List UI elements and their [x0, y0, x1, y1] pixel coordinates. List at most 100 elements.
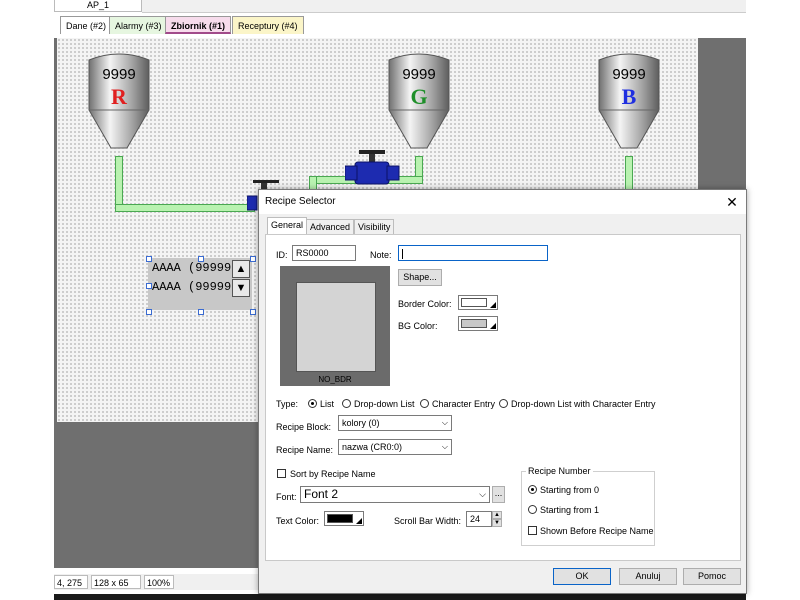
chevron-down-icon: ⌵ — [479, 489, 486, 499]
note-field[interactable] — [398, 245, 548, 261]
selection-handle[interactable] — [146, 309, 152, 315]
chevron-down-icon: ⌵ — [441, 418, 448, 427]
type-radio-character-entry[interactable] — [420, 399, 429, 408]
tank-level: 9999 — [612, 66, 646, 83]
tab-advanced[interactable]: Advanced — [306, 219, 355, 234]
selection-handle[interactable] — [146, 283, 152, 289]
font-browse-button[interactable]: ... — [492, 486, 505, 503]
tab-alarmy[interactable]: Alarmy (#3) — [109, 16, 168, 34]
type-radio-dropdown[interactable] — [342, 399, 351, 408]
type-label: Type: — [276, 399, 299, 409]
id-label: ID: — [276, 250, 288, 260]
type-radio-list[interactable] — [308, 399, 317, 408]
type-option-label: Character Entry — [432, 399, 496, 409]
recipe-block-value: kolory (0) — [342, 418, 380, 428]
shown-before-checkbox[interactable] — [528, 526, 537, 535]
screen-tab-bar: Dane (#2) Alarmy (#3) Zbiornik (#1) Rece… — [54, 16, 746, 36]
recipe-name-select[interactable]: nazwa (CR0:0) ⌵ — [338, 439, 452, 455]
font-label: Font: — [276, 492, 297, 502]
tank-level: 9999 — [102, 66, 136, 83]
tank-label: G — [410, 84, 428, 109]
help-button[interactable]: Pomoc — [683, 568, 741, 585]
tank-level: 9999 — [402, 66, 436, 83]
bg-color-picker[interactable] — [458, 316, 498, 331]
close-icon[interactable]: ✕ — [722, 192, 742, 212]
scroll-width-label: Scroll Bar Width: — [394, 516, 462, 526]
tank-label: B — [621, 84, 637, 109]
scroll-width-field[interactable]: 24 — [466, 511, 492, 527]
border-color-picker[interactable] — [458, 295, 498, 310]
recipe-selector-object[interactable]: AAAA (99999 AAAA (99999 ▲ ▼ — [148, 258, 252, 310]
spin-up-button[interactable]: ▲ — [492, 511, 502, 519]
font-value: Font 2 — [304, 487, 339, 501]
dropdown-arrow-icon — [356, 518, 362, 524]
dialog-title-bar[interactable]: Recipe Selector ✕ — [259, 190, 746, 214]
tank-label: R — [111, 84, 127, 109]
sort-checkbox[interactable] — [277, 469, 286, 478]
recipe-number-group: Recipe Number Starting from 0 Starting f… — [521, 466, 655, 546]
document-tab[interactable]: AP_1 — [54, 0, 142, 12]
start-zero-radio[interactable] — [528, 485, 537, 494]
recipe-name-value: nazwa (CR0:0) — [342, 442, 403, 452]
tank-r: 9999 R — [87, 52, 151, 156]
id-field[interactable]: RS0000 — [292, 245, 356, 261]
scroll-down-button[interactable]: ▼ — [232, 279, 250, 297]
pipe-r-horizontal — [115, 204, 255, 212]
selection-handle[interactable] — [250, 256, 256, 262]
start-one-label: Starting from 1 — [540, 505, 600, 515]
start-one-radio[interactable] — [528, 505, 537, 514]
selection-handle[interactable] — [146, 256, 152, 262]
tab-dane[interactable]: Dane (#2) — [60, 16, 113, 34]
font-select[interactable]: Font 2 ⌵ — [300, 486, 490, 503]
shape-button[interactable]: Shape... — [398, 269, 442, 286]
status-zoom: 100% — [144, 575, 174, 589]
shape-preview: NO_BDR — [280, 266, 390, 386]
pipe-b-vertical — [625, 156, 633, 192]
preview-inner — [296, 282, 376, 372]
dropdown-arrow-icon — [490, 302, 496, 308]
recipe-block-label: Recipe Block: — [276, 422, 332, 432]
chevron-down-icon: ⌵ — [441, 442, 448, 451]
type-option-label: Drop-down List — [354, 399, 415, 409]
bg-color-label: BG Color: — [398, 321, 438, 331]
sort-label: Sort by Recipe Name — [290, 469, 376, 479]
shown-before-label: Shown Before Recipe Name — [540, 526, 654, 536]
tank-g: 9999 G — [387, 52, 451, 156]
general-panel: ID: RS0000 Note: NO_BDR Shape... Border … — [265, 234, 741, 561]
color-swatch — [461, 298, 487, 307]
border-color-label: Border Color: — [398, 299, 452, 309]
dropdown-arrow-icon — [490, 323, 496, 329]
tab-general[interactable]: General — [267, 217, 308, 235]
spin-down-button[interactable]: ▼ — [492, 519, 502, 527]
type-option-label: List — [320, 399, 335, 409]
recipe-number-title: Recipe Number — [526, 466, 593, 476]
status-bar: 4, 275 128 x 65 100% — [54, 574, 258, 590]
status-size: 128 x 65 — [91, 575, 141, 589]
list-item: AAAA (99999 — [152, 280, 232, 294]
selection-handle[interactable] — [198, 309, 204, 315]
color-swatch — [461, 319, 487, 328]
text-color-label: Text Color: — [276, 516, 320, 526]
note-label: Note: — [370, 250, 392, 260]
list-item: AAAA (99999 — [152, 261, 232, 275]
text-color-picker[interactable] — [324, 511, 364, 526]
start-zero-label: Starting from 0 — [540, 485, 600, 495]
tab-receptury[interactable]: Receptury (#4) — [232, 16, 304, 34]
status-coords: 4, 275 — [54, 575, 88, 589]
tab-zbiornik[interactable]: Zbiornik (#1) — [165, 16, 232, 34]
selection-handle[interactable] — [198, 256, 204, 262]
recipe-selector-dialog: Recipe Selector ✕ General Advanced Visib… — [258, 189, 747, 594]
top-strip — [142, 0, 746, 13]
cancel-button[interactable]: Anuluj — [619, 568, 677, 585]
type-radio-dropdown-character[interactable] — [499, 399, 508, 408]
taskbar-edge — [54, 594, 746, 600]
selection-handle[interactable] — [250, 309, 256, 315]
type-option-label: Drop-down List with Character Entry — [511, 399, 656, 409]
recipe-block-select[interactable]: kolory (0) ⌵ — [338, 415, 452, 431]
ok-button[interactable]: OK — [553, 568, 611, 585]
dialog-title: Recipe Selector — [265, 196, 336, 207]
scroll-up-button[interactable]: ▲ — [232, 260, 250, 278]
text-cursor — [402, 248, 403, 259]
tab-visibility[interactable]: Visibility — [354, 219, 395, 234]
tank-b: 9999 B — [597, 52, 661, 156]
